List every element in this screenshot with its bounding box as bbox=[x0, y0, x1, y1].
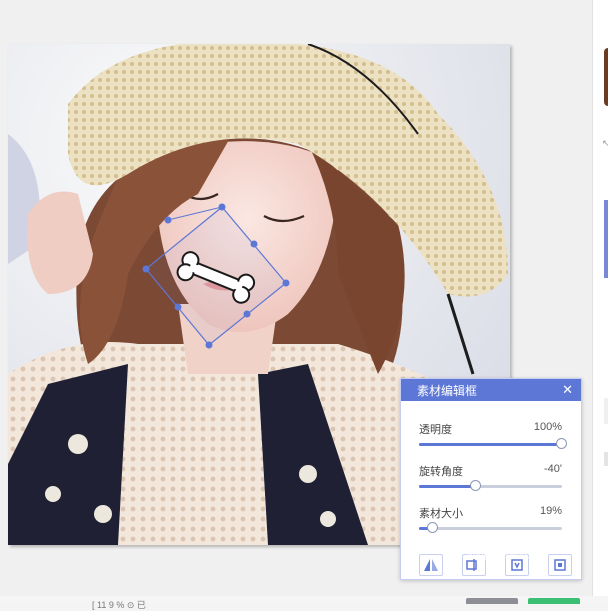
opacity-track[interactable] bbox=[419, 438, 567, 449]
rotation-label: 旋转角度 bbox=[419, 466, 463, 478]
watermark-url: jingyan.baidu.com bbox=[468, 550, 549, 561]
rotation-track[interactable] bbox=[419, 480, 562, 491]
size-handle[interactable] bbox=[427, 522, 439, 533]
opacity-label: 透明度 bbox=[419, 424, 452, 436]
sidebar-thumbnail[interactable] bbox=[604, 452, 608, 466]
watermark-text: Baidu经验 bbox=[468, 534, 553, 553]
sidebar-thumbnail[interactable] bbox=[604, 48, 608, 106]
size-slider[interactable]: 素材大小 19% bbox=[419, 505, 562, 533]
rotation-value: -40' bbox=[544, 463, 562, 475]
opacity-value: 100% bbox=[533, 421, 562, 433]
opacity-slider[interactable]: 透明度 100% bbox=[419, 421, 567, 449]
flip-icon[interactable] bbox=[419, 554, 443, 576]
save-button[interactable] bbox=[528, 598, 580, 604]
sidebar-glyph: ↖ bbox=[602, 138, 608, 148]
size-track[interactable] bbox=[419, 522, 562, 533]
opacity-handle[interactable] bbox=[556, 438, 567, 449]
status-text: [ 11 9 % ⊙ 已 bbox=[92, 600, 146, 610]
opacity-fill bbox=[419, 443, 562, 446]
sidebar-thumbnail[interactable] bbox=[604, 398, 608, 424]
secondary-button[interactable] bbox=[466, 598, 518, 604]
watermark: Baidu经验 jingyan.baidu.com bbox=[468, 534, 553, 562]
panel-title: 素材编辑框 bbox=[417, 383, 478, 398]
panel-header: 素材编辑框 ✕ bbox=[401, 379, 581, 401]
size-value: 19% bbox=[539, 505, 562, 517]
rotation-fill bbox=[419, 485, 477, 488]
sidebar-thumbnail-selected[interactable] bbox=[604, 200, 608, 278]
rotation-slider[interactable]: 旋转角度 -40' bbox=[419, 463, 562, 491]
rotation-handle[interactable] bbox=[470, 480, 482, 491]
size-label: 素材大小 bbox=[419, 508, 463, 520]
close-icon[interactable]: ✕ bbox=[562, 382, 573, 398]
